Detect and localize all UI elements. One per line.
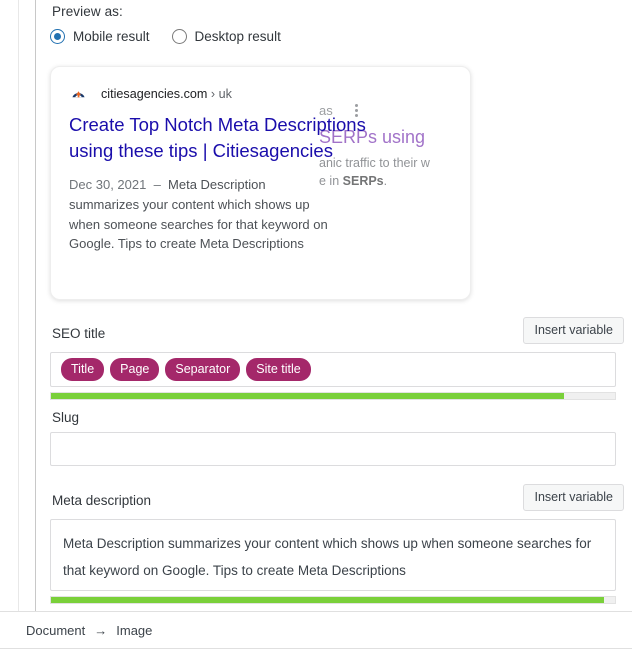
panel-outer-rail [18, 0, 19, 613]
pill-page[interactable]: Page [110, 357, 160, 382]
preview-foreground: citiesagencies.com › uk Create Top Notch… [51, 67, 470, 299]
slug-input-field[interactable] [51, 433, 615, 465]
search-result-preview-card: as SERPs using anic traffic to their w e… [50, 66, 471, 300]
pill-title[interactable]: Title [61, 357, 105, 382]
radio-mobile-result-mark[interactable] [50, 29, 65, 44]
preview-url-text: citiesagencies.com › uk [101, 87, 232, 101]
seo-title-input[interactable]: Title Page Separator Site title [50, 352, 616, 387]
pill-site-title[interactable]: Site title [246, 357, 311, 382]
breadcrumb-item-image[interactable]: Image [116, 623, 152, 638]
breadcrumb-item-document[interactable]: Document [26, 623, 85, 638]
slug-label: Slug [52, 410, 80, 425]
preview-date: Dec 30, 2021 [69, 177, 147, 192]
meta-description-length-progress [50, 596, 616, 604]
preview-url-row: citiesagencies.com › uk [70, 85, 232, 102]
preview-description: Dec 30, 2021 – Meta Description summariz… [69, 175, 331, 254]
preview-date-dash: – [146, 177, 169, 192]
pill-separator[interactable]: Separator [165, 357, 241, 382]
radio-mobile-result[interactable]: Mobile result [50, 29, 150, 44]
preview-as-radio-group: Mobile result Desktop result [50, 29, 303, 44]
seo-title-variable-pills: Title Page Separator Site title [57, 353, 609, 386]
preview-as-label: Preview as: [52, 4, 123, 19]
meta-description-length-progress-fill [51, 597, 604, 603]
radio-mobile-result-label: Mobile result [73, 29, 150, 44]
meta-description-textarea[interactable]: Meta Description summarizes your content… [50, 519, 616, 591]
radio-desktop-result-mark[interactable] [171, 29, 187, 44]
preview-domain: citiesagencies.com [101, 86, 208, 101]
preview-breadcrumb-path: › uk [210, 86, 232, 101]
status-bar: Document → Image [0, 611, 632, 649]
breadcrumb: Document → Image [26, 623, 152, 638]
preview-title-link[interactable]: Create Top Notch Meta Descriptions using… [69, 112, 409, 164]
meta-description-insert-variable-button[interactable]: Insert variable [523, 484, 624, 511]
seo-title-insert-variable-button[interactable]: Insert variable [523, 317, 624, 344]
breadcrumb-arrow-icon: → [94, 622, 108, 638]
meta-description-label: Meta description [52, 493, 152, 508]
seo-title-label: SEO title [52, 326, 106, 341]
citiesagencies-favicon-icon [70, 85, 87, 102]
radio-desktop-result-label: Desktop result [194, 29, 281, 44]
radio-desktop-result[interactable]: Desktop result [171, 29, 281, 44]
seo-settings-panel: Preview as: Mobile result Desktop result… [36, 0, 632, 613]
seo-title-length-progress [50, 392, 616, 400]
slug-input[interactable] [50, 432, 616, 466]
seo-title-length-progress-fill [51, 393, 565, 399]
